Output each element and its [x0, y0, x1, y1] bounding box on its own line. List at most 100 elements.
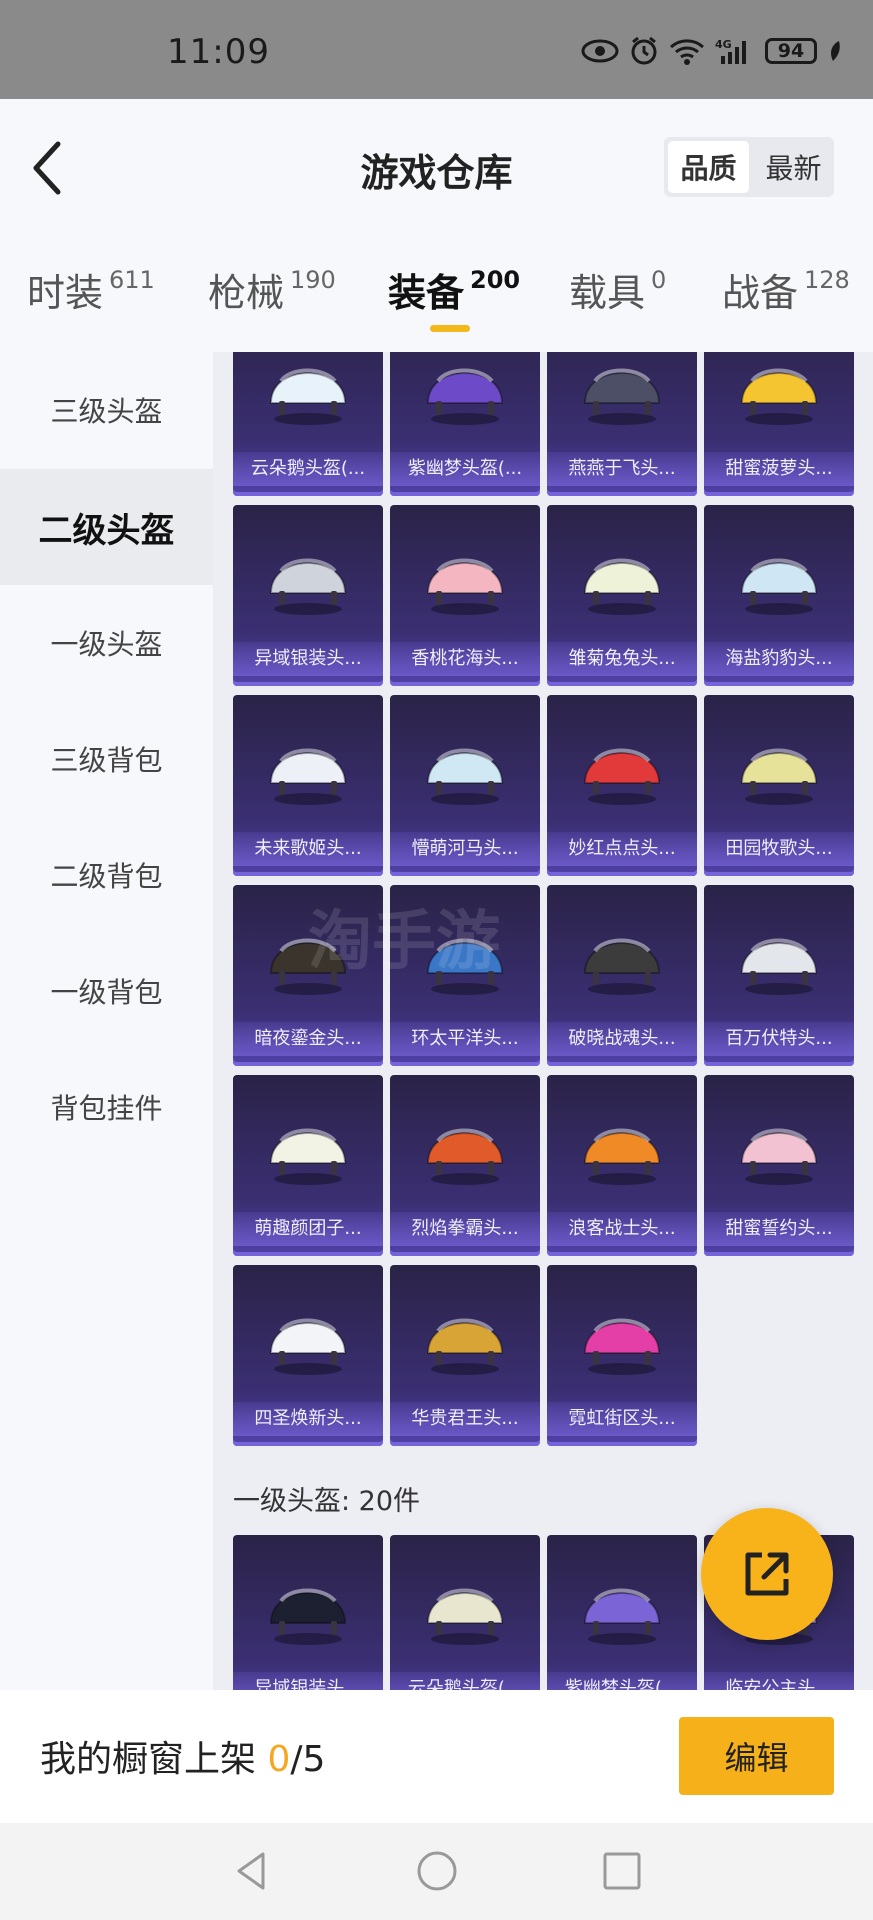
helmet-name: 燕燕于飞头...: [547, 452, 697, 486]
helmet-name: 华贵君王头...: [390, 1402, 540, 1436]
sort-toggle: 品质 最新: [664, 137, 834, 197]
active-tab-indicator: [430, 325, 470, 332]
helmet-name: 暗夜鎏金头...: [233, 1022, 383, 1056]
helmet-card[interactable]: 百万伏特头...: [704, 885, 854, 1066]
helmet-card[interactable]: 华贵君王头...: [390, 1265, 540, 1446]
helmet-card[interactable]: 四圣焕新头...: [233, 1265, 383, 1446]
helmet-name: 云朵鹅头盔(...: [233, 452, 383, 486]
sidebar-item-level2-backpack[interactable]: 二级背包: [0, 817, 213, 933]
helmet-card[interactable]: 云朵鹅头盔(...: [390, 1535, 540, 1692]
helmet-card[interactable]: 甜蜜誓约头...: [704, 1075, 854, 1256]
helmet-name: 环太平洋头...: [390, 1022, 540, 1056]
helmet-card[interactable]: 霓虹街区头...: [547, 1265, 697, 1446]
sidebar-item-level2-helmet[interactable]: 二级头盔: [0, 469, 213, 585]
helmet-image: [732, 911, 826, 1003]
showcase-bar: 我的橱窗上架 0/5 编辑: [0, 1690, 873, 1823]
nav-back-icon[interactable]: [229, 1848, 275, 1894]
helmet-image: [575, 352, 669, 433]
tab-supplies[interactable]: 战备 128: [722, 262, 850, 317]
helmet-card[interactable]: 海盐豹豹头...: [704, 505, 854, 686]
helmet-image: [418, 1561, 512, 1653]
helmet-card[interactable]: 云朵鹅头盔(...: [233, 352, 383, 496]
helmet-image: [732, 352, 826, 433]
helmet-card[interactable]: 燕燕于飞头...: [547, 352, 697, 496]
helmet-name: 霓虹街区头...: [547, 1402, 697, 1436]
helmet-name: 临安公主头...: [704, 1672, 854, 1692]
sidebar-item-level3-backpack[interactable]: 三级背包: [0, 701, 213, 817]
edit-button[interactable]: 编辑: [679, 1717, 834, 1795]
helmet-name: 懵萌河马头...: [390, 832, 540, 866]
helmet-card[interactable]: 浪客战士头...: [547, 1075, 697, 1256]
helmet-image: [575, 1101, 669, 1193]
nav-recents-icon[interactable]: [599, 1848, 645, 1894]
share-external-icon: [745, 1552, 789, 1596]
watermark: 淘手游: [308, 905, 500, 979]
sidebar-item-level3-helmet[interactable]: 三级头盔: [0, 352, 213, 468]
helmet-name: 异域银装头...: [233, 642, 383, 676]
nav-home-icon[interactable]: [414, 1848, 460, 1894]
showcase-status: 我的橱窗上架 0/5: [40, 1739, 326, 1780]
helmet-image: [261, 352, 355, 433]
helmet-card[interactable]: 紫幽梦头盔(...: [390, 352, 540, 496]
helmet-card[interactable]: 懵萌河马头...: [390, 695, 540, 876]
helmet-image: [575, 1291, 669, 1383]
helmet-image: [732, 721, 826, 813]
helmet-image: [418, 721, 512, 813]
helmet-card[interactable]: 紫幽梦头盔(...: [547, 1535, 697, 1692]
sidebar-item-level1-helmet[interactable]: 一级头盔: [0, 585, 213, 701]
battery-icon: 94: [765, 38, 817, 64]
helmet-name: 甜蜜誓约头...: [704, 1212, 854, 1246]
eye-icon: [581, 39, 619, 63]
helmet-name: 四圣焕新头...: [233, 1402, 383, 1436]
sort-latest-button[interactable]: 最新: [753, 137, 834, 197]
helmet-image: [418, 352, 512, 433]
sort-quality-button[interactable]: 品质: [668, 141, 749, 193]
helmet-card[interactable]: 破晓战魂头...: [547, 885, 697, 1066]
helmet-card[interactable]: 萌趣颜团子...: [233, 1075, 383, 1256]
helmet-image: [418, 1291, 512, 1383]
helmet-card[interactable]: 香桃花海头...: [390, 505, 540, 686]
helmet-image: [261, 721, 355, 813]
helmet-image: [732, 1101, 826, 1193]
helmet-name: 紫幽梦头盔(...: [390, 452, 540, 486]
system-nav-bar: [0, 1823, 873, 1920]
share-fab-button[interactable]: [701, 1508, 833, 1640]
helmet-image: [261, 1561, 355, 1653]
helmet-name: 妙红点点头...: [547, 832, 697, 866]
helmet-name: 雏菊兔兔头...: [547, 642, 697, 676]
helmet-name: 海盐豹豹头...: [704, 642, 854, 676]
section-label-level1-helmet: 一级头盔: 20件: [233, 1486, 421, 1517]
leaf-icon: [831, 41, 840, 61]
helmet-card[interactable]: 妙红点点头...: [547, 695, 697, 876]
status-bar: 11:09 4G 94: [0, 0, 873, 99]
helmet-image: [261, 531, 355, 623]
helmet-image: [261, 1101, 355, 1193]
helmet-name: 萌趣颜团子...: [233, 1212, 383, 1246]
sidebar-item-backpack-charm[interactable]: 背包挂件: [0, 1049, 213, 1165]
helmet-card[interactable]: 异域银装头...: [233, 505, 383, 686]
status-time: 11:09: [167, 32, 270, 72]
showcase-count: 0: [267, 1739, 291, 1780]
sidebar-item-level1-backpack[interactable]: 一级背包: [0, 933, 213, 1049]
helmet-name: 甜蜜菠萝头...: [704, 452, 854, 486]
tab-equipment[interactable]: 装备 200: [388, 262, 520, 317]
sidebar: 三级头盔 二级头盔 一级头盔 三级背包 二级背包 一级背包 背包挂件: [0, 352, 213, 1692]
helmet-name: 田园牧歌头...: [704, 832, 854, 866]
helmet-card[interactable]: 烈焰拳霸头...: [390, 1075, 540, 1256]
helmet-image: [418, 531, 512, 623]
helmet-card[interactable]: 雏菊兔兔头...: [547, 505, 697, 686]
item-grid: 云朵鹅头盔(... 紫幽梦头盔(... 燕燕于飞头... 甜蜜菠萝头... 异域银装头.…: [213, 352, 873, 1692]
tab-firearms[interactable]: 枪械 190: [208, 262, 336, 317]
helmet-card[interactable]: 甜蜜菠萝头...: [704, 352, 854, 496]
helmet-image: [575, 531, 669, 623]
tab-vehicles[interactable]: 载具 0: [569, 262, 666, 317]
wifi-icon: [670, 39, 704, 65]
helmet-card[interactable]: 未来歌姬头...: [233, 695, 383, 876]
helmet-card[interactable]: 田园牧歌头...: [704, 695, 854, 876]
helmet-name: 烈焰拳霸头...: [390, 1212, 540, 1246]
alarm-icon: [631, 36, 657, 65]
helmet-name: 破晓战魂头...: [547, 1022, 697, 1056]
tab-fashion[interactable]: 时装 611: [27, 262, 155, 317]
helmet-card[interactable]: 异域银装头...: [233, 1535, 383, 1692]
helmet-name: 香桃花海头...: [390, 642, 540, 676]
